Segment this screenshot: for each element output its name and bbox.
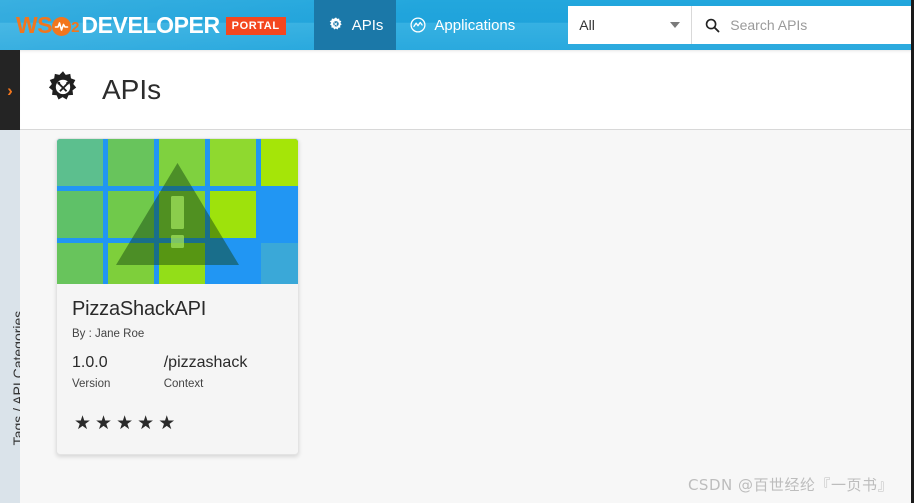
- star-icon[interactable]: ★: [116, 414, 133, 433]
- search-field-wrap: [692, 6, 911, 44]
- tab-applications[interactable]: Applications: [396, 0, 528, 50]
- search-icon: [706, 18, 720, 32]
- main-nav: APIs Applications: [313, 0, 529, 50]
- content-area: APIs PizzaShackAPI By: Jane Roe 1.0.0 V…: [20, 50, 911, 503]
- application-circle-icon: [410, 17, 426, 33]
- tab-applications-label: Applications: [434, 16, 516, 34]
- tab-apis-label: APIs: [351, 16, 384, 34]
- api-meta-row: 1.0.0 Version /pizzashack Context: [72, 354, 283, 390]
- chevron-down-icon: [670, 22, 681, 28]
- logo-text-2: 2: [71, 18, 80, 36]
- broken-image-placeholder: [57, 139, 298, 284]
- wso2-developer-portal-logo[interactable]: WS 2 DEVELOPER PORTAL: [16, 11, 286, 38]
- api-name: PizzaShackAPI: [72, 298, 207, 320]
- logo-text-ws: WS: [16, 11, 53, 38]
- wso2-wave-icon: [54, 21, 69, 31]
- api-context-col: /pizzashack Context: [164, 354, 283, 390]
- gear-tools-icon: [48, 70, 77, 99]
- api-context-label: Context: [163, 378, 204, 390]
- wso2-orb-icon: [52, 16, 72, 36]
- star-icon[interactable]: ★: [74, 414, 91, 433]
- api-card-body: PizzaShackAPI By : Jane Roe 1.0.0 Versio…: [57, 284, 298, 433]
- api-author: By : Jane Roe: [72, 328, 145, 340]
- app-window: WS 2 DEVELOPER PORTAL APIs Applications …: [0, 0, 914, 503]
- api-version-label: Version: [72, 378, 111, 390]
- chevron-right-icon: ›: [7, 80, 13, 100]
- sidebar-toggle[interactable]: ›: [0, 50, 20, 130]
- api-card[interactable]: PizzaShackAPI By : Jane Roe 1.0.0 Versio…: [56, 138, 299, 455]
- api-version-col: 1.0.0 Version: [72, 354, 164, 390]
- star-icon[interactable]: ★: [95, 414, 112, 433]
- gear-api-icon: [329, 17, 342, 30]
- api-filter-select[interactable]: All: [568, 6, 693, 44]
- tags-rail[interactable]: Tags / API Categories: [0, 130, 26, 503]
- top-header: WS 2 DEVELOPER PORTAL APIs Applications …: [0, 0, 911, 50]
- logo-text-developer: DEVELOPER: [81, 11, 220, 38]
- search-input[interactable]: [730, 17, 911, 33]
- api-version-value: 1.0.0: [72, 354, 108, 371]
- api-context-value: /pizzashack: [163, 354, 248, 371]
- tab-apis[interactable]: APIs: [313, 0, 397, 50]
- search-group: All: [568, 6, 911, 44]
- page-header: APIs: [20, 50, 911, 130]
- page-title: APIs: [102, 73, 162, 105]
- api-rating[interactable]: ★ ★ ★ ★ ★: [72, 414, 283, 433]
- star-icon[interactable]: ★: [158, 414, 175, 433]
- logo-badge-portal: PORTAL: [225, 17, 286, 35]
- star-icon[interactable]: ★: [137, 414, 154, 433]
- api-filter-select-value: All: [579, 17, 595, 33]
- watermark: CSDN @百世经纶『一页书』: [687, 476, 893, 494]
